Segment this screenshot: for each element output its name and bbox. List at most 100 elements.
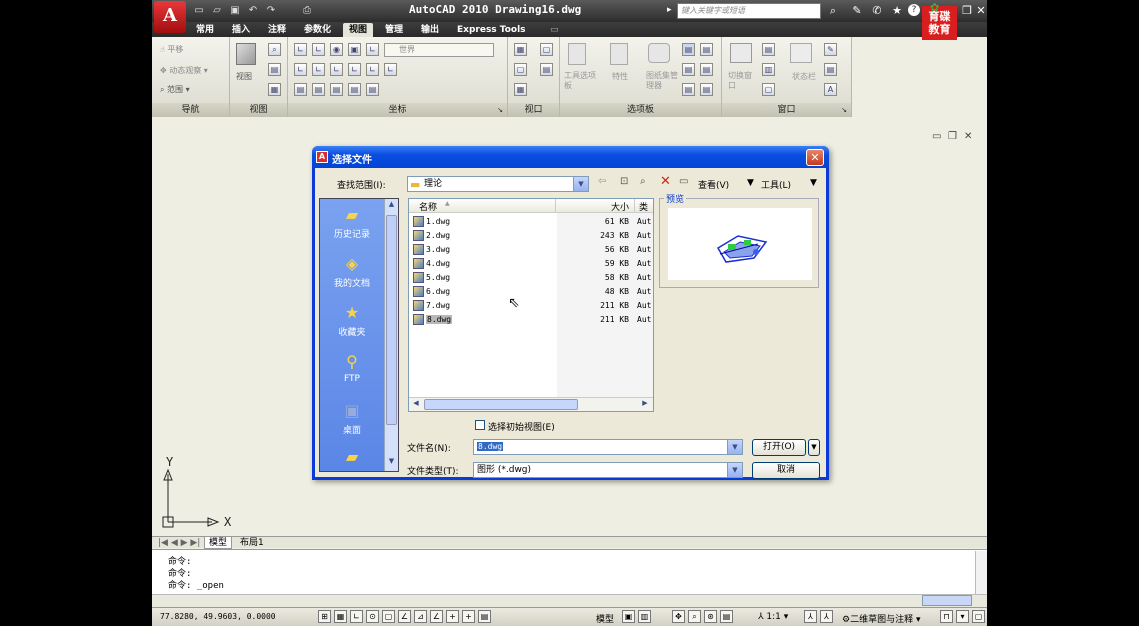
ucs-z-icon[interactable]: ∟ bbox=[330, 63, 343, 76]
tab-model[interactable]: 模型 bbox=[204, 537, 233, 549]
print-icon[interactable]: ⎙ bbox=[300, 4, 314, 18]
dyn-icon[interactable]: + bbox=[446, 610, 459, 623]
place-desktop[interactable]: ▣ 桌面 bbox=[320, 397, 384, 445]
panel-window-expand-icon[interactable]: ↘ bbox=[841, 103, 847, 117]
lock-icon[interactable]: ⊓ bbox=[940, 610, 953, 623]
close-window-icon[interactable]: ✕ bbox=[974, 4, 987, 18]
tile-vertical-icon[interactable]: ▥ bbox=[762, 63, 775, 76]
place-my-documents[interactable]: ◈ 我的文档 bbox=[320, 250, 384, 298]
cancel-button[interactable]: 取消 bbox=[752, 462, 820, 479]
tool-palettes-icon[interactable] bbox=[568, 43, 586, 65]
initial-view-checkbox[interactable] bbox=[475, 420, 485, 430]
switch-windows-button[interactable]: 切换窗口 bbox=[728, 71, 758, 91]
places-scroll-thumb[interactable] bbox=[386, 215, 397, 425]
orbit-button[interactable]: ✥ 动态观察 ▾ bbox=[160, 65, 208, 76]
new-folder-icon[interactable]: ▭ bbox=[679, 176, 688, 187]
scroll-right-icon[interactable]: ▶ bbox=[639, 399, 651, 410]
column-type[interactable]: 类 bbox=[639, 200, 648, 213]
annotation-visibility-icon[interactable]: ⅄ bbox=[804, 610, 817, 623]
infer-icon[interactable]: ⊞ bbox=[318, 610, 331, 623]
ucs-origin-icon[interactable]: ∟ bbox=[312, 43, 325, 56]
place-ftp[interactable]: ⚲ FTP bbox=[320, 348, 384, 396]
osnap-icon[interactable]: ∠ bbox=[398, 610, 411, 623]
chevron-down-icon[interactable]: ▼ bbox=[727, 463, 742, 477]
drawing-minimize-icon[interactable]: ▭ bbox=[932, 131, 941, 142]
file-row-selected[interactable]: 8.dwg 211 KB Aut bbox=[409, 313, 653, 327]
place-more[interactable]: ▰ bbox=[320, 443, 384, 469]
communication-icon[interactable]: ✆ bbox=[870, 4, 884, 18]
column-divider[interactable] bbox=[555, 199, 556, 213]
window-icon-1[interactable]: ✎ bbox=[824, 43, 837, 56]
pan-button[interactable]: ☝ 平移 bbox=[160, 44, 183, 55]
showmotion-icon[interactable]: ▤ bbox=[720, 610, 733, 623]
palette-icon-4[interactable]: ▤ bbox=[700, 63, 713, 76]
ortho-icon[interactable]: ⊙ bbox=[366, 610, 379, 623]
file-list-hscroll[interactable]: ◀ ▶ bbox=[409, 397, 653, 411]
clean-screen-icon[interactable]: ▢ bbox=[972, 610, 985, 623]
sheet-set-manager-button[interactable]: 图纸集管理器 bbox=[646, 71, 680, 91]
tool-palettes-button[interactable]: 工具选项板 bbox=[564, 71, 598, 91]
delete-icon[interactable]: ✕ bbox=[660, 174, 671, 189]
places-scrollbar[interactable]: ▲ ▼ bbox=[384, 199, 398, 471]
chevron-down-icon[interactable]: ▼ bbox=[727, 440, 742, 454]
tab-layout1[interactable]: 布局1 bbox=[236, 537, 268, 549]
places-scroll-up-icon[interactable]: ▲ bbox=[386, 200, 397, 212]
back-icon[interactable]: ⇦ bbox=[598, 176, 606, 187]
ucs-top-icon[interactable]: ▤ bbox=[294, 83, 307, 96]
drawing-restore-icon[interactable]: ❐ bbox=[948, 131, 957, 142]
command-scrollbar[interactable] bbox=[975, 551, 987, 594]
palette-icon-5[interactable]: ▤ bbox=[682, 83, 695, 96]
zoom-status-icon[interactable]: ⌕ bbox=[688, 610, 701, 623]
command-hscroll-thumb[interactable] bbox=[922, 595, 972, 606]
drawing-close-icon[interactable]: ✕ bbox=[964, 131, 972, 142]
ucs-side-icon[interactable]: ▤ bbox=[330, 83, 343, 96]
view-cube-icon[interactable] bbox=[236, 43, 256, 65]
properties-button[interactable]: 特性 bbox=[612, 71, 628, 82]
window-icon-2[interactable]: ▤ bbox=[824, 63, 837, 76]
tab-output[interactable]: 输出 bbox=[415, 23, 445, 37]
viewport-clip-icon[interactable]: ▢ bbox=[514, 63, 527, 76]
palette-icon-3[interactable]: ▤ bbox=[682, 63, 695, 76]
status-bar-button[interactable]: 状态栏 bbox=[792, 71, 816, 82]
file-row[interactable]: 4.dwg 59 KB Aut bbox=[409, 257, 653, 271]
file-row[interactable]: 2.dwg 243 KB Aut bbox=[409, 229, 653, 243]
wrench-icon[interactable]: ✎ bbox=[850, 4, 864, 18]
ribbon-minimize-icon[interactable]: ▭ bbox=[544, 23, 565, 37]
search-input[interactable]: 键入关键字或短语 bbox=[677, 3, 821, 19]
hscroll-thumb[interactable] bbox=[424, 399, 578, 410]
panel-expand-icon[interactable]: ↘ bbox=[497, 103, 503, 117]
search-web-icon[interactable]: ⌕ bbox=[640, 176, 646, 187]
ucs-zaxis-icon[interactable]: ∟ bbox=[384, 63, 397, 76]
tools-menu-arrow-icon[interactable]: ▼ bbox=[810, 178, 817, 188]
view-dropdown[interactable]: 视图 bbox=[236, 71, 252, 82]
sheet-set-icon[interactable] bbox=[648, 43, 670, 63]
named-views-icon[interactable]: ▤ bbox=[268, 63, 281, 76]
status-bar-icon[interactable] bbox=[790, 43, 812, 63]
tab-insert[interactable]: 插入 bbox=[226, 23, 256, 37]
favorites-star-icon[interactable]: ★ bbox=[890, 4, 904, 18]
pan-status-icon[interactable]: ✥ bbox=[672, 610, 685, 623]
dialog-title-bar[interactable]: A 选择文件 ✕ bbox=[312, 146, 829, 168]
model-space-toggle[interactable]: 模型 bbox=[596, 612, 614, 625]
undo-icon[interactable]: ↶ bbox=[246, 4, 260, 18]
switch-windows-icon[interactable] bbox=[730, 43, 752, 63]
view-menu-arrow-icon[interactable]: ▼ bbox=[747, 178, 754, 188]
ucs-manager-icon[interactable]: ▤ bbox=[366, 83, 379, 96]
tile-horizontal-icon[interactable]: ▤ bbox=[762, 43, 775, 56]
workspace-switch[interactable]: ⚙二维草图与注释 ▾ bbox=[842, 612, 920, 625]
scroll-left-icon[interactable]: ◀ bbox=[410, 399, 422, 410]
properties-icon[interactable] bbox=[610, 43, 628, 65]
save-icon[interactable]: ▣ bbox=[228, 4, 242, 18]
viewport-split-icon[interactable]: ▦ bbox=[514, 83, 527, 96]
ucs-icon[interactable]: ∟ bbox=[294, 43, 307, 56]
open-options-dropdown[interactable]: ▼ bbox=[808, 439, 820, 456]
file-row[interactable]: 6.dwg 48 KB Aut bbox=[409, 285, 653, 299]
extents-button[interactable]: ⌕ 范围 ▾ bbox=[160, 84, 190, 95]
viewport-join-icon[interactable]: ▤ bbox=[540, 63, 553, 76]
ucs-y-icon[interactable]: ∟ bbox=[312, 63, 325, 76]
tab-express-tools[interactable]: Express Tools bbox=[451, 23, 532, 37]
ucs-face-icon[interactable]: ◉ bbox=[330, 43, 343, 56]
ucs-front-icon[interactable]: ▤ bbox=[312, 83, 325, 96]
open-button[interactable]: 打开(O) bbox=[752, 439, 806, 456]
grid-icon[interactable]: ∟ bbox=[350, 610, 363, 623]
